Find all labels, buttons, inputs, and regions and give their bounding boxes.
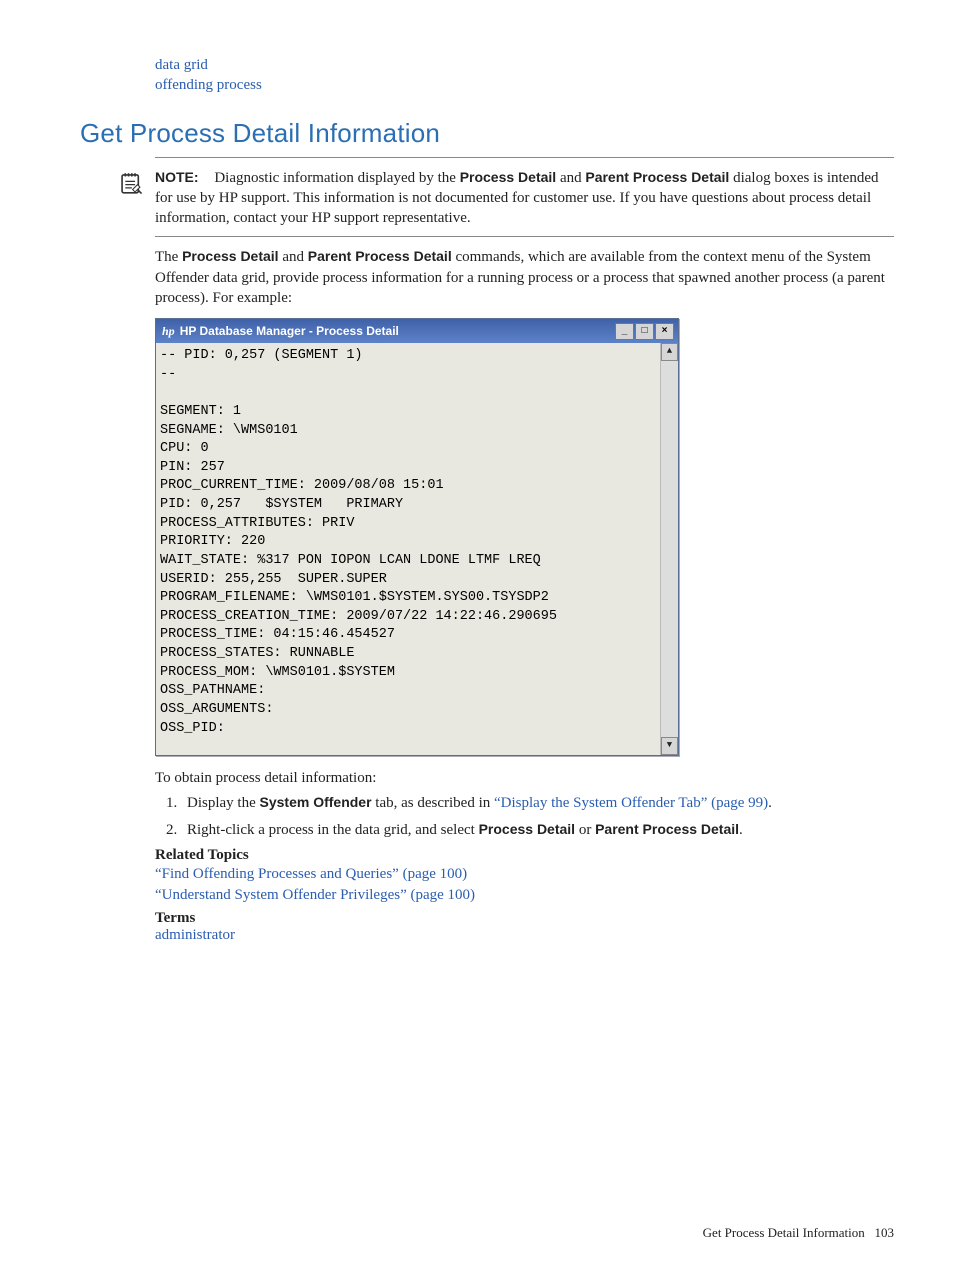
step-2: Right-click a process in the data grid, …	[181, 820, 894, 841]
note-label: NOTE:	[155, 169, 199, 185]
note-bold-1: Process Detail	[460, 169, 557, 185]
link-understand-privileges[interactable]: “Understand System Offender Privileges” …	[155, 887, 475, 903]
s2-t3: .	[739, 822, 743, 838]
para1-b2: Parent Process Detail	[308, 248, 452, 264]
term-link-administrator[interactable]: administrator	[155, 927, 235, 943]
dialog-titlebar: hp HP Database Manager - Process Detail …	[156, 319, 678, 343]
minimize-icon[interactable]: _	[615, 323, 634, 340]
note-icon	[115, 168, 155, 229]
s2-b1: Process Detail	[479, 821, 576, 837]
link-find-offending-processes[interactable]: “Find Offending Processes and Queries” (…	[155, 866, 467, 882]
footer-page-number: 103	[875, 1225, 895, 1240]
continued-terms: data grid offending process	[155, 55, 894, 96]
close-icon[interactable]: ×	[655, 323, 674, 340]
section-heading: Get Process Detail Information	[80, 118, 894, 149]
divider-bottom	[155, 236, 894, 237]
page-footer: Get Process Detail Information 103	[703, 1225, 894, 1241]
terms-heading: Terms	[155, 910, 894, 927]
s1-t2: tab, as described in	[372, 795, 494, 811]
note-text-1: Diagnostic information displayed by the	[214, 170, 459, 186]
maximize-icon[interactable]: □	[635, 323, 654, 340]
dialog-title: HP Database Manager - Process Detail	[180, 324, 399, 338]
note-block: NOTE: Diagnostic information displayed b…	[115, 168, 894, 229]
s2-b2: Parent Process Detail	[595, 821, 739, 837]
para1-t1: The	[155, 249, 182, 265]
step-1: Display the System Offender tab, as desc…	[181, 793, 894, 814]
para1-b1: Process Detail	[182, 248, 279, 264]
hp-logo-icon: hp	[162, 324, 175, 339]
note-bold-2: Parent Process Detail	[585, 169, 729, 185]
dialog-content: -- PID: 0,257 (SEGMENT 1) -- SEGMENT: 1 …	[156, 343, 660, 755]
steps-list: Display the System Offender tab, as desc…	[155, 793, 894, 841]
vertical-scrollbar[interactable]: ▲ ▼	[660, 343, 678, 755]
s2-t1: Right-click a process in the data grid, …	[187, 822, 479, 838]
term-link-offending-process[interactable]: offending process	[155, 77, 262, 93]
related-topics-heading: Related Topics	[155, 847, 894, 864]
note-text-2: and	[556, 170, 585, 186]
window-controls: _ □ ×	[615, 323, 674, 340]
steps-intro: To obtain process detail information:	[155, 770, 894, 787]
s1-t3: .	[768, 795, 772, 811]
scroll-up-icon[interactable]: ▲	[661, 343, 678, 361]
intro-paragraph: The Process Detail and Parent Process De…	[155, 247, 894, 308]
s2-t2: or	[575, 822, 595, 838]
footer-title: Get Process Detail Information	[703, 1225, 865, 1240]
divider-top	[155, 157, 894, 158]
scroll-down-icon[interactable]: ▼	[661, 737, 678, 755]
link-display-system-offender-tab[interactable]: “Display the System Offender Tab” (page …	[494, 795, 768, 811]
process-detail-dialog: hp HP Database Manager - Process Detail …	[155, 318, 679, 756]
s1-b1: System Offender	[260, 794, 372, 810]
term-link-data-grid[interactable]: data grid	[155, 57, 208, 73]
s1-t1: Display the	[187, 795, 260, 811]
para1-t2: and	[279, 249, 308, 265]
